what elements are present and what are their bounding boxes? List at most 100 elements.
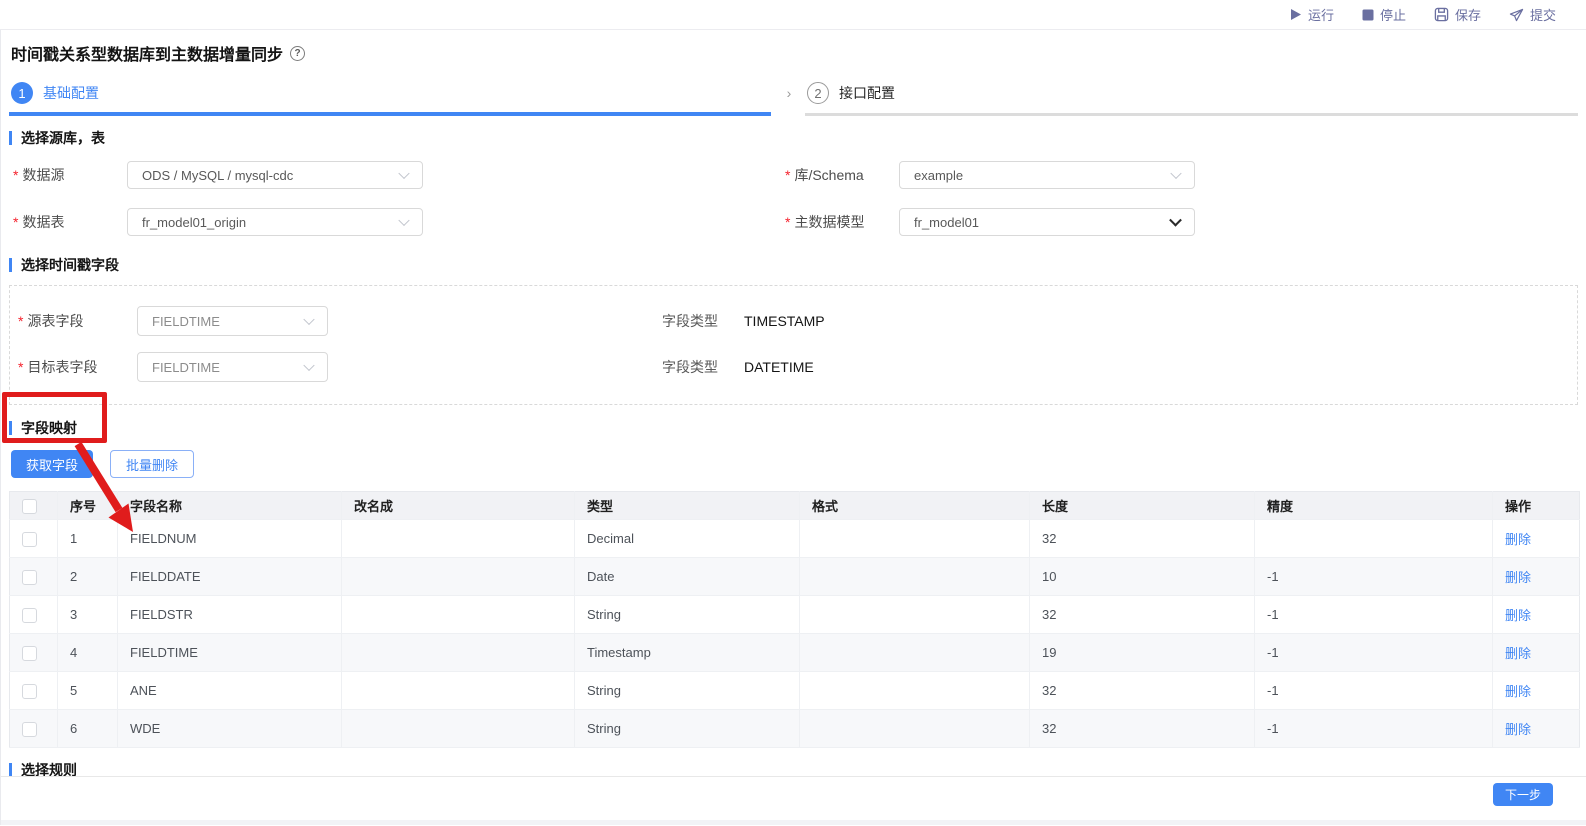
cell-type: Date <box>574 557 800 596</box>
table-select[interactable]: fr_model01_origin <box>127 208 423 236</box>
cell-rename[interactable] <box>341 557 575 596</box>
cell-type: Decimal <box>574 519 800 558</box>
row-checkbox[interactable] <box>22 645 37 661</box>
cell-index: 3 <box>57 595 118 634</box>
next-step-button[interactable]: 下一步 <box>1492 783 1553 806</box>
cell-length: 32 <box>1029 709 1255 748</box>
step-basic-config[interactable]: 1 基础配置 <box>11 82 771 104</box>
stop-icon <box>1362 9 1374 21</box>
top-toolbar: 运行 停止 保存 提交 <box>0 0 1586 30</box>
target-type-label: 字段类型 <box>662 359 718 375</box>
table-header-row: 序号 字段名称 改名成 类型 格式 长度 精度 操作 <box>9 491 1580 520</box>
delete-row-link[interactable]: 删除 <box>1505 646 1531 661</box>
help-icon[interactable]: ? <box>290 45 306 61</box>
schema-select[interactable]: example <box>899 161 1195 189</box>
table-row: 2 FIELDDATE Date 10 -1 删除 <box>9 557 1580 596</box>
datasource-value: ODS / MySQL / mysql-cdc <box>142 167 294 183</box>
delete-row-link[interactable]: 删除 <box>1505 722 1531 737</box>
cell-format <box>799 519 1030 558</box>
step1-label: 基础配置 <box>43 85 99 101</box>
column-header: 字段名称 <box>117 491 342 520</box>
cell-length: 19 <box>1029 633 1255 672</box>
target-type-value: DATETIME <box>744 359 814 375</box>
batch-delete-button[interactable]: 批量删除 <box>110 450 195 478</box>
cell-index: 4 <box>57 633 118 672</box>
play-icon <box>1290 8 1302 21</box>
cell-rename[interactable] <box>341 671 575 710</box>
stop-button[interactable]: 停止 <box>1362 5 1406 24</box>
cell-field-name: FIELDSTR <box>117 595 342 634</box>
row-checkbox[interactable] <box>22 607 37 623</box>
table-row: 1 FIELDNUM Decimal 32 删除 <box>9 519 1580 558</box>
cell-precision: -1 <box>1254 671 1493 710</box>
step1-circle: 1 <box>11 82 33 104</box>
step-bar: 1 基础配置 › 2 接口配置 <box>9 81 1578 105</box>
column-header: 序号 <box>57 491 118 520</box>
model-select[interactable]: fr_model01 <box>899 208 1195 236</box>
cell-precision <box>1254 519 1493 558</box>
cell-length: 32 <box>1029 519 1255 558</box>
stop-label: 停止 <box>1379 8 1406 23</box>
cell-precision: -1 <box>1254 557 1493 596</box>
run-button[interactable]: 运行 <box>1290 5 1334 24</box>
table-row: 6 WDE String 32 -1 删除 <box>9 709 1580 748</box>
row-checkbox[interactable] <box>22 569 37 585</box>
select-all-checkbox[interactable] <box>22 498 37 514</box>
cell-rename[interactable] <box>341 519 575 558</box>
target-field-select[interactable]: FIELDTIME <box>137 352 328 382</box>
column-header: 长度 <box>1029 491 1255 520</box>
cell-precision: -1 <box>1254 595 1493 634</box>
field-mapping-table: 序号 字段名称 改名成 类型 格式 长度 精度 操作 1 FIELDNUM Decimal 3… <box>9 491 1580 748</box>
cell-rename[interactable] <box>341 709 575 748</box>
table-row: 3 FIELDSTR String 32 -1 删除 <box>9 595 1580 634</box>
row-checkbox[interactable] <box>22 721 37 737</box>
cell-format <box>799 671 1030 710</box>
save-label: 保存 <box>1454 8 1481 23</box>
model-label: 主数据模型 <box>781 212 899 232</box>
source-field-select[interactable]: FIELDTIME <box>137 306 328 336</box>
step-interface-config[interactable]: 2 接口配置 <box>807 82 895 104</box>
row-checkbox[interactable] <box>22 683 37 699</box>
cell-type: String <box>574 671 800 710</box>
page-title: 时间戳关系型数据库到主数据增量同步 <box>11 47 284 64</box>
source-field-label: 源表字段 <box>14 311 137 331</box>
section-mapping-title: 字段映射 <box>21 420 77 436</box>
cell-field-name: WDE <box>117 709 342 748</box>
delete-row-link[interactable]: 删除 <box>1505 570 1531 585</box>
cell-format <box>799 633 1030 672</box>
table-row: 5 ANE String 32 -1 删除 <box>9 671 1580 710</box>
cell-field-name: FIELDDATE <box>117 557 342 596</box>
cell-rename[interactable] <box>341 595 575 634</box>
datasource-label: 数据源 <box>9 165 127 185</box>
step2-underline <box>805 113 1578 116</box>
cell-rename[interactable] <box>341 633 575 672</box>
column-header: 操作 <box>1492 491 1580 520</box>
title-row: 时间戳关系型数据库到主数据增量同步 ? <box>9 30 1578 65</box>
target-field-label: 目标表字段 <box>14 357 137 377</box>
source-form: 数据源 ODS / MySQL / mysql-cdc 库/Schema exa… <box>9 161 1578 236</box>
cell-length: 32 <box>1029 671 1255 710</box>
column-header: 改名成 <box>341 491 575 520</box>
timestamp-box: 源表字段 FIELDTIME 字段类型 TIMESTAMP 目标表字段 FIEL… <box>9 285 1578 405</box>
step1-underline <box>9 112 771 116</box>
datasource-select[interactable]: ODS / MySQL / mysql-cdc <box>127 161 423 189</box>
column-header: 格式 <box>799 491 1030 520</box>
cell-format <box>799 557 1030 596</box>
step2-circle: 2 <box>807 82 829 104</box>
delete-row-link[interactable]: 删除 <box>1505 684 1531 699</box>
cell-type: String <box>574 595 800 634</box>
delete-row-link[interactable]: 删除 <box>1505 532 1531 547</box>
row-checkbox[interactable] <box>22 531 37 547</box>
step2-label: 接口配置 <box>839 85 895 101</box>
save-button[interactable]: 保存 <box>1434 5 1481 24</box>
target-field-value: FIELDTIME <box>152 359 220 375</box>
cell-field-name: FIELDNUM <box>117 519 342 558</box>
get-fields-button[interactable]: 获取字段 <box>11 450 94 478</box>
cell-precision: -1 <box>1254 709 1493 748</box>
column-header: 类型 <box>574 491 800 520</box>
model-value: fr_model01 <box>914 214 980 230</box>
section-accent-bar <box>9 258 12 272</box>
delete-row-link[interactable]: 删除 <box>1505 608 1531 623</box>
section-timestamp-title: 选择时间戳字段 <box>21 257 119 273</box>
submit-button[interactable]: 提交 <box>1509 5 1556 24</box>
